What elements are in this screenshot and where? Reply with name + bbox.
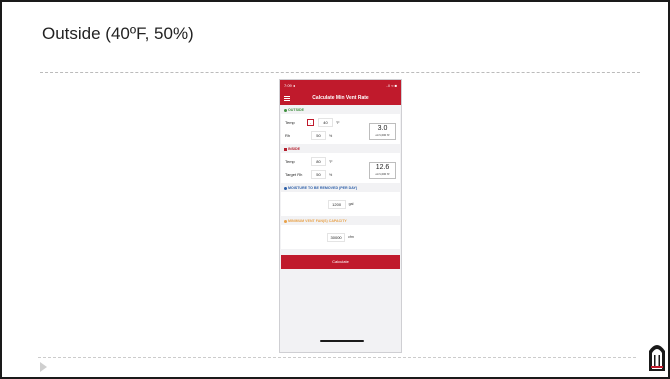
outside-temp-field[interactable]: 40 <box>318 118 333 127</box>
temp-minus-button[interactable]: - <box>307 119 314 126</box>
fan-section-label: MINIMUM VENT FAN(S) CAPACITY <box>280 216 401 225</box>
university-arch-logo <box>649 345 665 371</box>
moisture-section-label: MOISTURE TO BE REMOVED (PER DAY) <box>280 183 401 192</box>
outside-rh-field[interactable]: 50 <box>311 131 326 140</box>
outside-result-value: 3.0 <box>377 125 388 132</box>
fan-icon <box>284 219 287 223</box>
water-drop-icon <box>284 186 287 190</box>
inside-rh-field[interactable]: 50 <box>311 170 326 179</box>
inside-card: 12.6 oz/1,000 ft³ Temp 80 °F Target Rh 5… <box>281 153 400 183</box>
inside-result: 12.6 oz/1,000 ft³ <box>369 162 396 179</box>
fan-field[interactable]: 30000 <box>327 232 346 242</box>
outside-result: 3.0 oz/1,000 ft³ <box>369 123 396 140</box>
inside-rh-unit: % <box>329 172 333 177</box>
inside-rh-label: Target Rh <box>285 172 303 177</box>
slide-title: Outside (40ºF, 50%) <box>42 24 194 43</box>
status-time: 7:09 ◂ <box>284 83 295 88</box>
play-icon[interactable] <box>40 362 47 372</box>
home-indicator <box>320 340 364 342</box>
title-divider <box>40 72 640 73</box>
outside-temp-unit: °F <box>336 120 340 125</box>
outside-icon <box>284 108 287 112</box>
inside-result-unit: oz/1,000 ft³ <box>375 172 390 176</box>
phone-screenshot: 7:09 ◂ ..ll ≈ ■ Calculate Min Vent Rate … <box>279 79 402 353</box>
outside-result-unit: oz/1,000 ft³ <box>375 133 390 137</box>
status-signal: ..ll ≈ ■ <box>386 83 397 88</box>
fan-unit: cfm <box>348 235 354 239</box>
inside-temp-unit: °F <box>329 159 333 164</box>
fan-card: 30000 cfm <box>281 225 400 249</box>
barn-icon <box>284 147 287 151</box>
moisture-field[interactable]: 1200 <box>327 199 346 209</box>
outside-section-label: OUTSIDE <box>280 105 401 114</box>
status-bar: 7:09 ◂ ..ll ≈ ■ <box>280 80 401 91</box>
app-title: Calculate Min Vent Rate <box>312 95 369 101</box>
moisture-unit: gal <box>348 202 354 206</box>
outside-rh-unit: % <box>329 133 333 138</box>
outside-rh-label: Rh <box>285 133 291 138</box>
inside-temp-field[interactable]: 80 <box>311 157 326 166</box>
footer-divider <box>38 357 636 358</box>
outside-card: 3.0 oz/1,000 ft³ Temp - 40 °F Rh 50 % <box>281 114 400 144</box>
inside-result-value: 12.6 <box>375 164 390 171</box>
moisture-card: 1200 gal <box>281 192 400 216</box>
slide: Outside (40ºF, 50%) 7:09 ◂ ..ll ≈ ■ Calc… <box>0 0 670 379</box>
app-header: Calculate Min Vent Rate <box>280 91 401 105</box>
calculate-button[interactable]: Calculate <box>281 255 400 269</box>
inside-temp-label: Temp <box>285 159 295 164</box>
inside-section-label: INSIDE <box>280 144 401 153</box>
